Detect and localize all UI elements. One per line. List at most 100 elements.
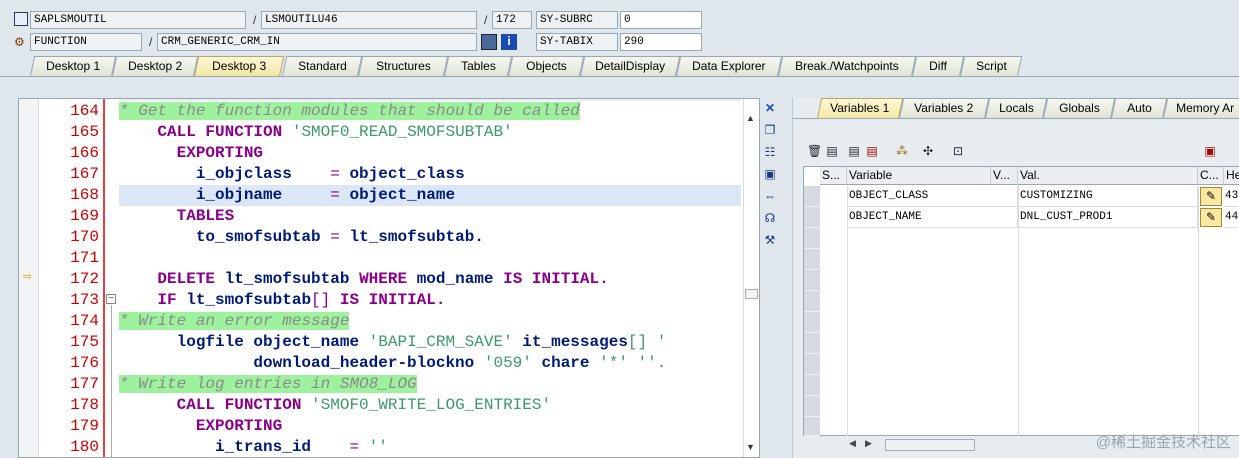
row-selector[interactable] bbox=[804, 270, 820, 291]
line-number: 164 bbox=[70, 102, 99, 120]
fullscreen-icon[interactable]: ▣ bbox=[762, 166, 778, 182]
edit-icon[interactable]: ▤ bbox=[865, 144, 879, 158]
scroll-thumb[interactable] bbox=[745, 289, 758, 299]
breakpoint-gutter[interactable]: ⇨ bbox=[19, 99, 39, 457]
include-field: LSMOUTILU46 bbox=[261, 11, 477, 29]
table-row-variable[interactable]: OBJECT_CLASS bbox=[847, 186, 1018, 207]
row-selector[interactable] bbox=[804, 375, 820, 396]
tab-breakpoints[interactable]: Break./Watchpoints bbox=[778, 56, 917, 76]
line-number: 178 bbox=[70, 396, 99, 414]
code-line-177: * Write log entries in SMO8_LOG bbox=[119, 374, 741, 395]
tool-icon[interactable]: ⚒ bbox=[762, 232, 778, 248]
table-row-hex: 440 bbox=[1224, 207, 1239, 228]
scroll-right-icon[interactable]: ▶ bbox=[865, 438, 872, 449]
code-line-170: to_smofsubtab = lt_smofsubtab. bbox=[119, 227, 741, 248]
var1-value-field[interactable]: 0 bbox=[620, 11, 702, 29]
row-selector[interactable] bbox=[804, 291, 820, 312]
code-line-168: i_objname = object_name bbox=[119, 185, 741, 206]
tab-variables-2[interactable]: Variables 2 bbox=[899, 98, 990, 118]
table-row-value[interactable]: CUSTOMIZING bbox=[1018, 186, 1198, 207]
line-number: 179 bbox=[70, 417, 99, 435]
tab-tables[interactable]: Tables bbox=[444, 56, 513, 76]
name-field: CRM_GENERIC_CRM_IN bbox=[157, 33, 477, 51]
tab-standard[interactable]: Standard bbox=[282, 56, 363, 76]
code-line-166: EXPORTING bbox=[119, 143, 741, 164]
tab-globals[interactable]: Globals bbox=[1043, 98, 1116, 118]
tab-detaildisplay[interactable]: DetailDisplay bbox=[580, 56, 681, 76]
code-line-176: download_header-blockno '059' chare '*' … bbox=[119, 353, 741, 374]
scroll-left-icon[interactable]: ◀ bbox=[849, 438, 856, 449]
line-number: 171 bbox=[70, 249, 99, 267]
new-icon[interactable]: ❐ bbox=[762, 122, 778, 138]
code-line-179: EXPORTING bbox=[119, 416, 741, 437]
close-icon[interactable]: ✕ bbox=[762, 100, 778, 116]
horizontal-scrollbar[interactable]: ◀ ▶ bbox=[845, 438, 995, 452]
row-selector[interactable] bbox=[804, 312, 820, 333]
table-row-value[interactable]: DNL_CUST_PROD1 bbox=[1018, 207, 1198, 228]
row-selector[interactable] bbox=[804, 186, 820, 207]
new-icon[interactable]: ⊡ bbox=[951, 144, 965, 158]
structure-icon[interactable]: ☷ bbox=[762, 144, 778, 160]
variables-grid: S... Variable V... Val. C... He OBJECT_C… bbox=[803, 166, 1239, 436]
current-line-arrow-icon: ⇨ bbox=[23, 271, 33, 283]
headset-icon[interactable]: ☊ bbox=[762, 210, 778, 226]
code-line-169: TABLES bbox=[119, 206, 741, 227]
tab-structures[interactable]: Structures bbox=[358, 56, 449, 76]
scroll-up-icon[interactable]: ▲ bbox=[746, 113, 755, 123]
info-icon[interactable]: i bbox=[501, 34, 517, 50]
code-line-171 bbox=[119, 248, 741, 269]
line-number: 170 bbox=[70, 228, 99, 246]
line-number: 172 bbox=[70, 270, 99, 288]
slash: / bbox=[484, 13, 488, 27]
tab-locals[interactable]: Locals bbox=[985, 98, 1048, 118]
delete-icon[interactable]: 🗑 bbox=[807, 144, 822, 158]
fold-gutter: − bbox=[105, 99, 119, 457]
save-icon[interactable]: ▣ bbox=[1203, 144, 1217, 158]
scroll-down-icon[interactable]: ▼ bbox=[746, 442, 755, 452]
row-selector[interactable] bbox=[804, 396, 820, 417]
program-field: SAPLSMOUTIL bbox=[30, 11, 246, 29]
grid-col-line bbox=[1198, 186, 1199, 436]
save-icon[interactable] bbox=[481, 34, 497, 50]
tab-memory[interactable]: Memory Ar bbox=[1163, 98, 1239, 118]
tab-data-explorer[interactable]: Data Explorer bbox=[676, 56, 783, 76]
line-number: 165 bbox=[70, 123, 99, 141]
scroll-thumb[interactable] bbox=[885, 439, 975, 451]
code-line-178: CALL FUNCTION 'SMOF0_WRITE_LOG_ENTRIES' bbox=[119, 395, 741, 416]
tab-desktop-3[interactable]: Desktop 3 bbox=[194, 56, 285, 76]
row-selector[interactable] bbox=[804, 249, 820, 270]
slash: / bbox=[149, 35, 153, 49]
row-selector[interactable] bbox=[804, 354, 820, 375]
edit-icon[interactable]: ▤ bbox=[825, 144, 839, 158]
row-selector[interactable] bbox=[804, 417, 820, 436]
fold-toggle-icon[interactable]: − bbox=[106, 294, 116, 304]
edit-icon[interactable]: ▤ bbox=[847, 144, 861, 158]
pencil-icon[interactable]: ✎ bbox=[1200, 208, 1222, 227]
structure-icon[interactable]: ⁂ bbox=[895, 144, 909, 158]
tab-variables-1[interactable]: Variables 1 bbox=[817, 98, 904, 118]
tab-objects[interactable]: Objects bbox=[508, 56, 585, 76]
line-number: 167 bbox=[70, 165, 99, 183]
row-selector[interactable] bbox=[804, 207, 820, 228]
row-selector[interactable] bbox=[804, 228, 820, 249]
code-area[interactable]: * Get the function modules that should b… bbox=[119, 99, 741, 457]
tab-script[interactable]: Script bbox=[960, 56, 1023, 76]
tab-desktop-2[interactable]: Desktop 2 bbox=[112, 56, 199, 76]
table-row-hex: 430 bbox=[1224, 186, 1239, 207]
var2-value-field[interactable]: 290 bbox=[620, 33, 702, 51]
source-editor[interactable]: ⇨ 164 165 166 167 168 169 170 171 172 17… bbox=[18, 98, 760, 458]
resize-icon[interactable]: ⇔ bbox=[762, 188, 778, 204]
line-number: 175 bbox=[70, 333, 99, 351]
line-number: 173 bbox=[70, 291, 99, 309]
pencil-icon[interactable]: ✎ bbox=[1200, 187, 1222, 206]
code-line-180: i_trans_id = '' bbox=[119, 437, 741, 457]
tab-diff[interactable]: Diff bbox=[912, 56, 965, 76]
resize-icon[interactable]: ✣ bbox=[921, 144, 935, 158]
code-line-164: * Get the function modules that should b… bbox=[119, 101, 741, 122]
table-row-variable[interactable]: OBJECT_NAME bbox=[847, 207, 1018, 228]
row-selector[interactable] bbox=[804, 333, 820, 354]
tab-auto[interactable]: Auto bbox=[1111, 98, 1168, 118]
tab-desktop-1[interactable]: Desktop 1 bbox=[30, 56, 117, 76]
line-number: 180 bbox=[70, 438, 99, 456]
editor-scrollbar[interactable]: ▲ ▼ bbox=[743, 99, 759, 457]
